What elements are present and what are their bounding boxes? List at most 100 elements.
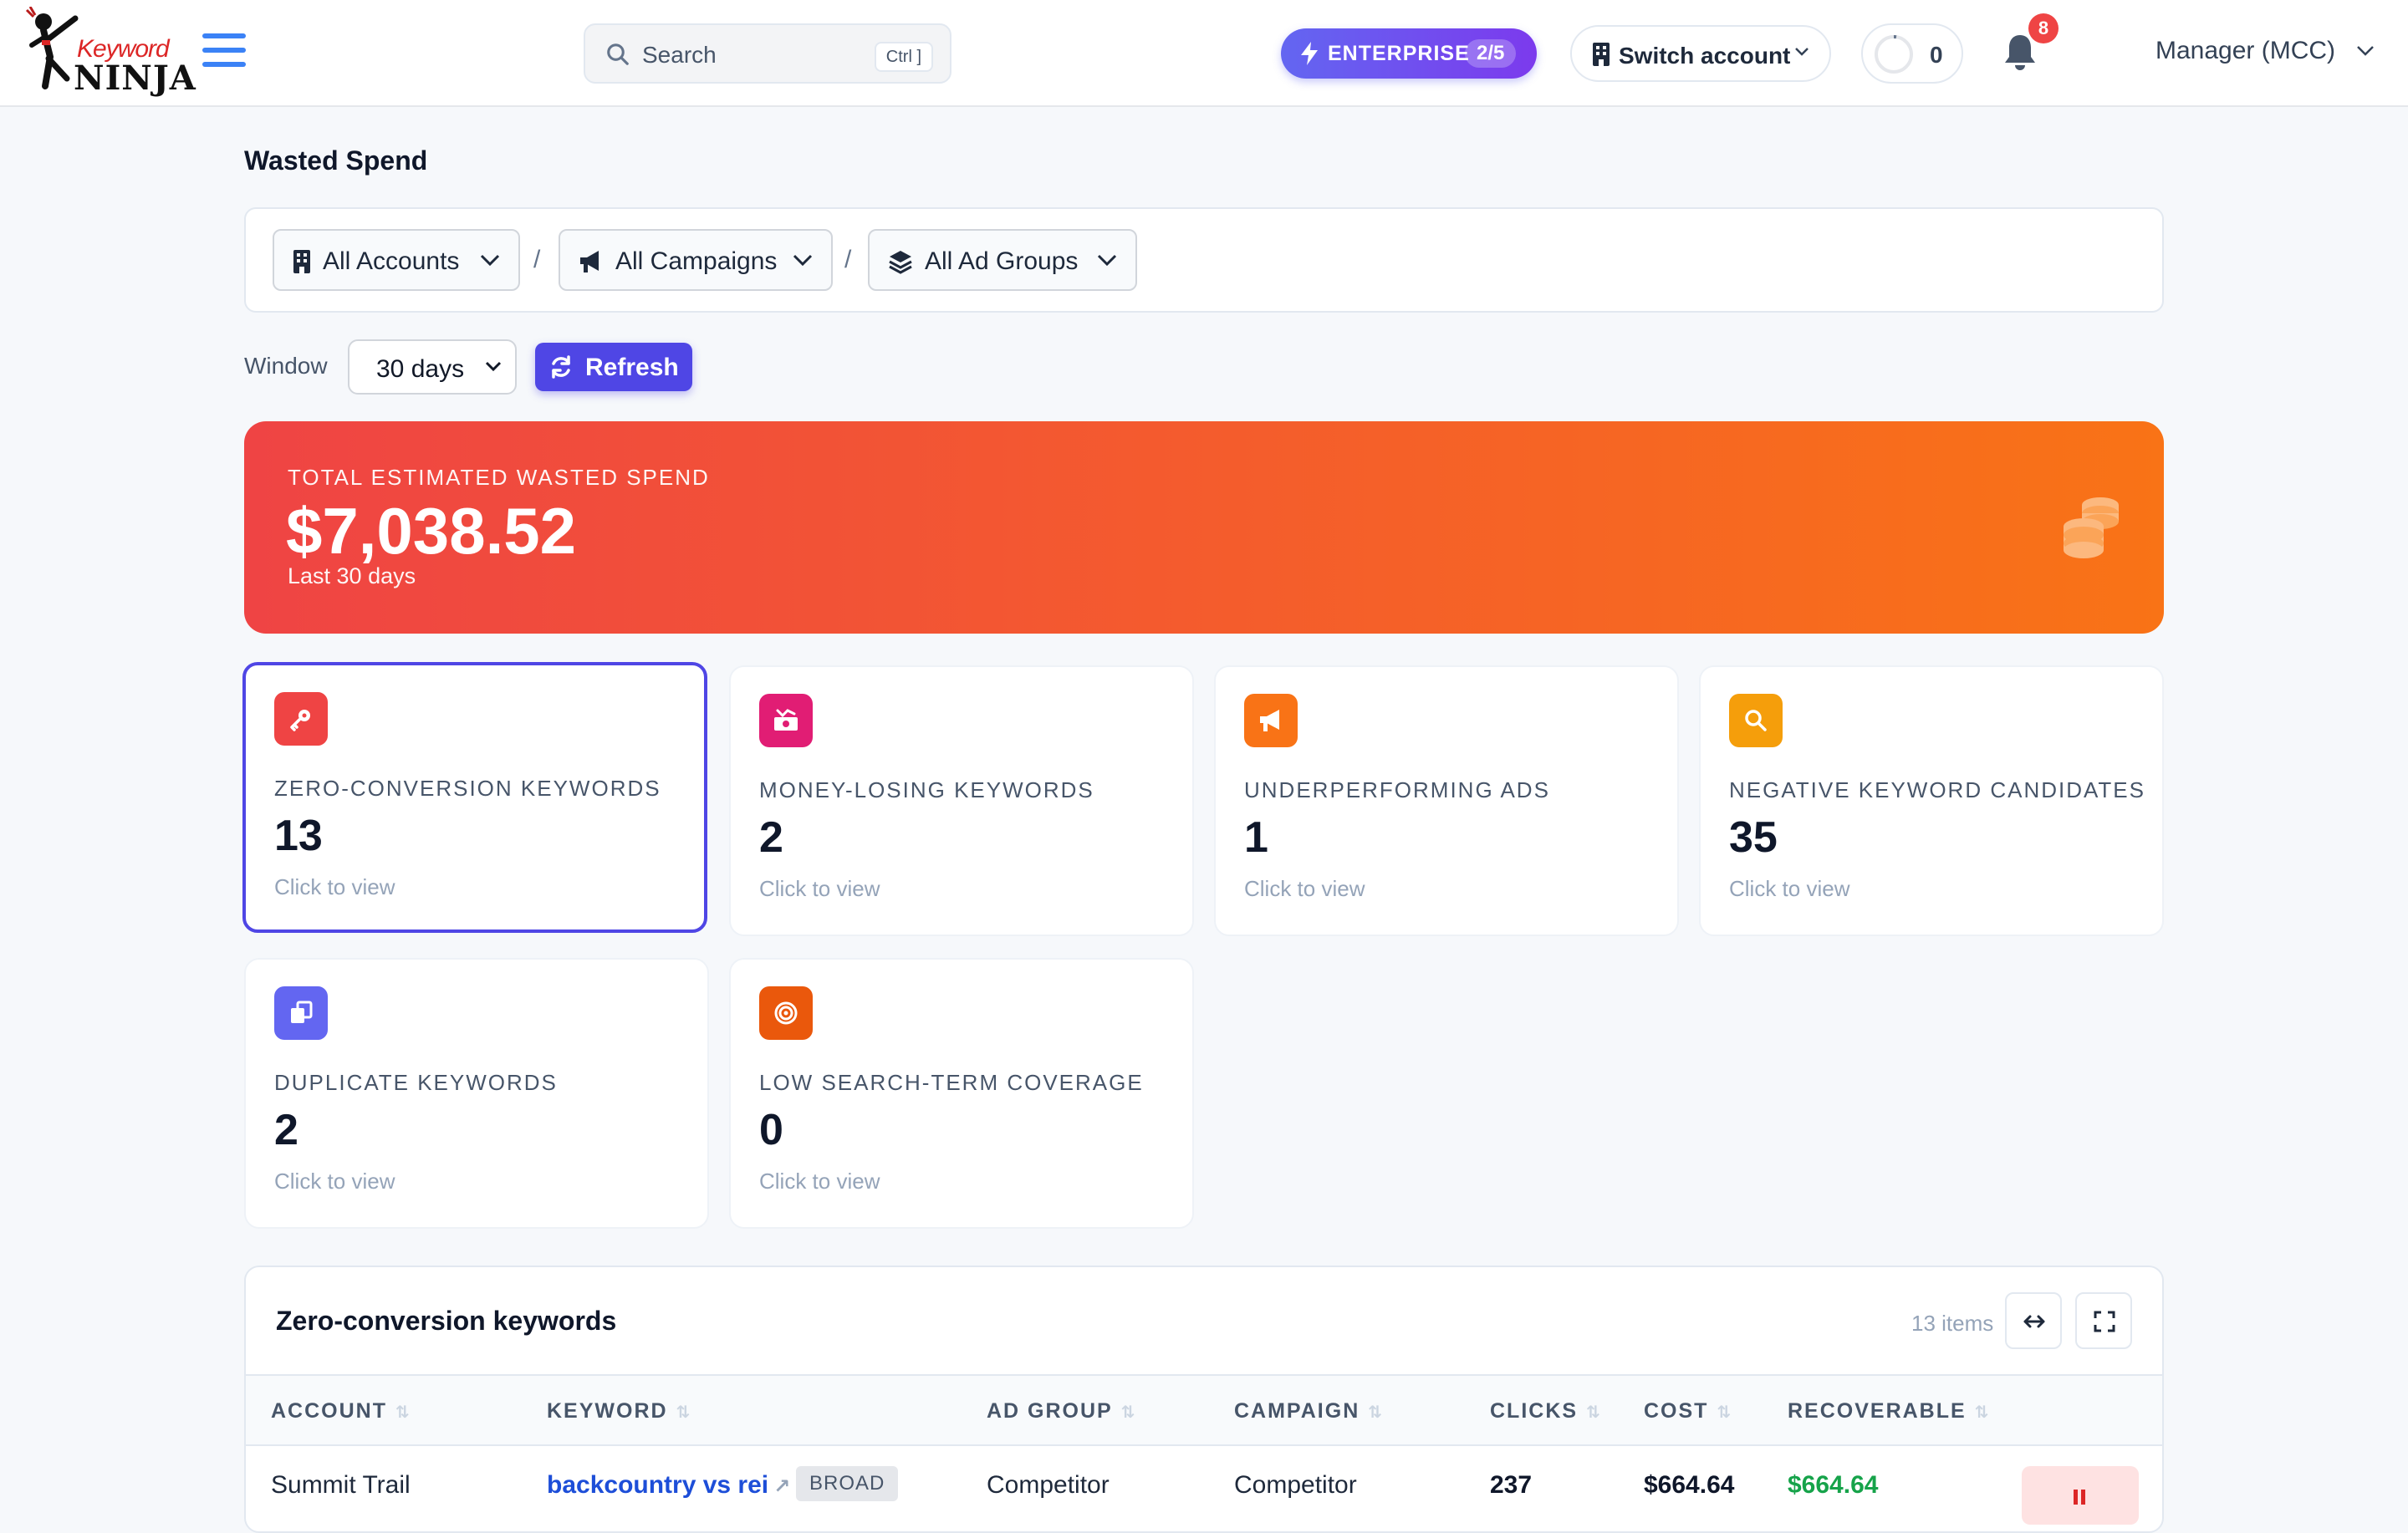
column-header-recoverable[interactable]: RECOVERABLE ⇅ bbox=[1788, 1399, 1988, 1424]
table-header: ACCOUNT ⇅ KEYWORD ⇅ AD GROUP ⇅ CAMPAIGN ⇅ CL… bbox=[246, 1374, 2162, 1446]
window-label: Window bbox=[244, 353, 328, 379]
sort-icon: ⇅ bbox=[1717, 1403, 1732, 1422]
hero-subtitle: Last 30 days bbox=[288, 563, 416, 588]
card-label: LOW SEARCH-TERM COVERAGE bbox=[759, 1070, 1144, 1095]
layers-icon bbox=[889, 251, 912, 274]
hero-value: $7,038.52 bbox=[286, 494, 577, 568]
negative-keyword-candidates-card[interactable]: NEGATIVE KEYWORD CANDIDATES 35 Click to … bbox=[1699, 665, 2164, 936]
column-header-keyword[interactable]: KEYWORD ⇅ bbox=[547, 1399, 690, 1424]
fullscreen-button[interactable] bbox=[2075, 1292, 2132, 1349]
match-type-badge: BROAD bbox=[796, 1466, 899, 1501]
coins-icon bbox=[2064, 497, 2119, 558]
card-value: 13 bbox=[274, 812, 323, 860]
megaphone-icon bbox=[580, 251, 599, 272]
column-header-cost[interactable]: COST ⇅ bbox=[1644, 1399, 1731, 1424]
sort-icon: ⇅ bbox=[1120, 1403, 1135, 1422]
table-title: Zero-conversion keywords bbox=[276, 1306, 617, 1336]
expand-width-button[interactable] bbox=[2005, 1292, 2062, 1349]
underperforming-ads-card[interactable]: UNDERPERFORMING ADS 1 Click to view bbox=[1214, 665, 1679, 936]
card-cta: Click to view bbox=[759, 1169, 880, 1194]
switch-account-button[interactable]: Switch account bbox=[1570, 25, 1831, 82]
search-icon bbox=[1729, 694, 1783, 747]
cell-keyword-link[interactable]: backcountry vs rei ↗ bbox=[547, 1471, 790, 1500]
bell-icon bbox=[2005, 35, 2035, 70]
logo-word-bottom: NINJA bbox=[74, 59, 196, 98]
switch-account-label: Switch account bbox=[1619, 43, 1791, 69]
page-title: Wasted Spend bbox=[244, 145, 428, 176]
zero-conversion-table: Zero-conversion keywords 13 items ACCOUN… bbox=[244, 1266, 2164, 1533]
card-cta: Click to view bbox=[759, 876, 880, 901]
cell-ad-group: Competitor bbox=[987, 1471, 1110, 1499]
bolt-icon bbox=[1301, 42, 1318, 65]
refresh-label: Refresh bbox=[585, 354, 679, 381]
duplicate-keywords-card[interactable]: DUPLICATE KEYWORDS 2 Click to view bbox=[244, 958, 709, 1229]
search-input[interactable]: Search Ctrl ] bbox=[584, 23, 951, 84]
cell-account: Summit Trail bbox=[271, 1471, 411, 1499]
card-cta: Click to view bbox=[1729, 876, 1850, 901]
ad-groups-filter-label: All Ad Groups bbox=[925, 247, 1079, 275]
hero-label: TOTAL ESTIMATED WASTED SPEND bbox=[288, 465, 710, 490]
notifications-button[interactable]: 8 bbox=[2003, 13, 2059, 75]
column-header-clicks[interactable]: CLICKS ⇅ bbox=[1490, 1399, 1600, 1424]
refresh-button[interactable]: Refresh bbox=[535, 343, 692, 391]
column-header-ad-group[interactable]: AD GROUP ⇅ bbox=[987, 1399, 1135, 1424]
notifications-badge: 8 bbox=[2028, 13, 2059, 43]
progress-ring-icon bbox=[1875, 35, 1913, 74]
money-losing-card[interactable]: MONEY-LOSING KEYWORDS 2 Click to view bbox=[729, 665, 1194, 936]
key-icon bbox=[274, 692, 328, 746]
card-value: 0 bbox=[759, 1106, 783, 1154]
low-search-term-coverage-card[interactable]: LOW SEARCH-TERM COVERAGE 0 Click to view bbox=[729, 958, 1194, 1229]
card-value: 2 bbox=[759, 813, 783, 862]
card-value: 2 bbox=[274, 1106, 298, 1154]
account-menu-label: Manager (MCC) bbox=[2155, 37, 2336, 64]
chevron-down-icon bbox=[1097, 254, 1117, 267]
breadcrumb-separator: / bbox=[533, 246, 541, 273]
credits-value: 0 bbox=[1930, 42, 1943, 68]
target-icon bbox=[759, 986, 813, 1040]
card-label: UNDERPERFORMING ADS bbox=[1244, 777, 1550, 802]
scope-filter-bar: All Accounts / All Campaigns / All Ad Gr… bbox=[244, 207, 2164, 313]
account-menu[interactable]: Manager (MCC) bbox=[2155, 37, 2374, 65]
plan-label: ENTERPRISE bbox=[1328, 42, 1470, 65]
cell-cost: $664.64 bbox=[1644, 1471, 1735, 1499]
credits-indicator[interactable]: 0 bbox=[1861, 23, 1963, 84]
zero-conversion-card[interactable]: ZERO-CONVERSION KEYWORDS 13 Click to vie… bbox=[242, 662, 707, 933]
window-select-value: 30 days bbox=[376, 355, 465, 383]
sort-icon: ⇅ bbox=[1368, 1403, 1383, 1422]
total-wasted-spend-banner: TOTAL ESTIMATED WASTED SPEND $7,038.52 L… bbox=[244, 421, 2164, 634]
chevron-down-icon bbox=[485, 361, 502, 372]
ad-groups-filter[interactable]: All Ad Groups bbox=[868, 229, 1137, 291]
menu-toggle-icon[interactable] bbox=[202, 33, 246, 74]
accounts-filter[interactable]: All Accounts bbox=[273, 229, 520, 291]
top-bar: Keyword NINJA Search Ctrl ] ENTERPRISE 2… bbox=[0, 0, 2408, 107]
app-logo[interactable]: Keyword NINJA bbox=[25, 7, 196, 100]
card-label: MONEY-LOSING KEYWORDS bbox=[759, 777, 1094, 802]
pause-keyword-button[interactable] bbox=[2022, 1466, 2139, 1525]
plan-count: 2/5 bbox=[1465, 39, 1517, 68]
building-icon bbox=[293, 250, 310, 273]
campaigns-filter-label: All Campaigns bbox=[615, 247, 778, 275]
sort-icon: ⇅ bbox=[1974, 1403, 1989, 1422]
card-label: DUPLICATE KEYWORDS bbox=[274, 1070, 558, 1095]
chevron-down-icon bbox=[480, 254, 500, 267]
external-link-icon: ↗ bbox=[773, 1475, 791, 1498]
column-header-account[interactable]: ACCOUNT ⇅ bbox=[271, 1399, 410, 1424]
campaigns-filter[interactable]: All Campaigns bbox=[559, 229, 833, 291]
copy-icon bbox=[274, 986, 328, 1040]
pause-icon bbox=[2074, 1490, 2078, 1505]
column-header-campaign[interactable]: CAMPAIGN ⇅ bbox=[1234, 1399, 1382, 1424]
money-loss-icon bbox=[759, 694, 813, 747]
sort-icon: ⇅ bbox=[1586, 1403, 1600, 1422]
card-value: 1 bbox=[1244, 813, 1268, 862]
chevron-down-icon bbox=[1795, 48, 1809, 56]
chevron-down-icon bbox=[2357, 46, 2374, 56]
cell-campaign: Competitor bbox=[1234, 1471, 1357, 1499]
window-select[interactable]: 30 days bbox=[348, 339, 517, 395]
card-cta: Click to view bbox=[274, 1169, 395, 1194]
refresh-icon bbox=[552, 355, 570, 379]
card-cta: Click to view bbox=[1244, 876, 1365, 901]
plan-badge[interactable]: ENTERPRISE 2/5 bbox=[1281, 28, 1537, 79]
card-cta: Click to view bbox=[274, 874, 395, 899]
cell-clicks: 237 bbox=[1490, 1471, 1533, 1499]
pause-icon bbox=[2081, 1490, 2085, 1505]
